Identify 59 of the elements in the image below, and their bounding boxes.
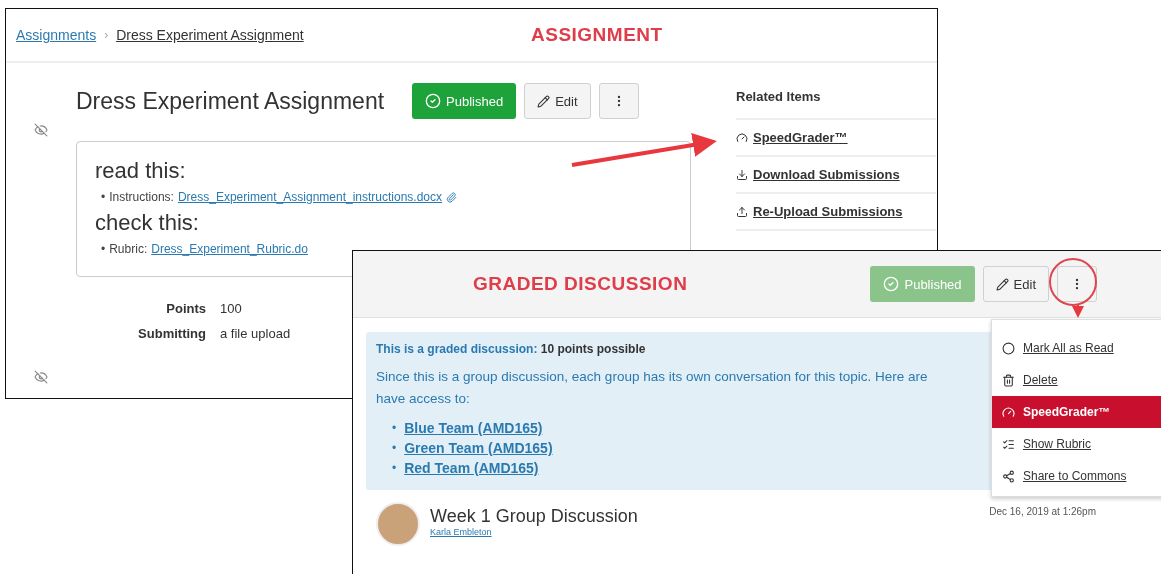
detail-label: Points <box>165 301 206 316</box>
gauge-icon <box>1002 405 1015 419</box>
bullet: • <box>101 190 106 204</box>
intro-text: have access to: <box>376 390 470 408</box>
menu-item[interactable]: Share to Commons <box>992 460 1161 492</box>
bullet: • <box>101 242 106 256</box>
bullet: • <box>392 441 397 455</box>
menu-item[interactable]: Show Rubric <box>992 428 1161 460</box>
menu-item[interactable]: SpeedGrader™ <box>992 396 1161 428</box>
pencil-icon <box>995 277 1009 291</box>
sidebar-link[interactable]: Re-Upload Submissions <box>736 194 936 231</box>
item-label: Rubric: <box>109 242 148 256</box>
topic-title: Week 1 Group Discussion <box>430 505 639 527</box>
file-link[interactable]: Dress_Experiment_Rubric.do <box>151 242 308 256</box>
sidebar-link[interactable]: Download Submissions <box>736 157 936 194</box>
breadcrumb-link[interactable]: Dress Experiment Assignment <box>116 27 304 43</box>
file-link[interactable]: Dress_Experiment_Assignment_instructions.docx <box>177 190 443 204</box>
post-date: Dec 16, 2019 at 1:26pm <box>989 505 1096 517</box>
group-link[interactable]: Green Team (AMD165) <box>404 440 553 456</box>
section-heading: read this: <box>95 158 187 184</box>
detail-value: 100 <box>220 301 243 316</box>
detail-value: a file upload <box>220 326 292 341</box>
annotation-label: GRADED DISCUSSION <box>473 273 688 295</box>
more-button[interactable] <box>1057 266 1097 302</box>
highlight-circle <box>1049 258 1097 306</box>
trash-icon <box>1002 373 1015 387</box>
pencil-icon <box>537 94 551 108</box>
eye-off-icon <box>34 370 48 384</box>
sidebar-link[interactable]: SpeedGrader™ <box>736 120 936 157</box>
breadcrumb-separator: › <box>104 28 109 42</box>
gauge-icon <box>736 131 748 144</box>
group-link[interactable]: Red Team (AMD165) <box>404 460 539 476</box>
item-label: Instructions: <box>109 190 174 204</box>
group-link[interactable]: Blue Team (AMD165) <box>404 420 543 436</box>
circle-icon <box>1002 341 1015 355</box>
edit-button[interactable]: Edit <box>524 83 591 119</box>
section-heading: check this: <box>95 210 200 236</box>
avatar <box>376 502 420 546</box>
check-icon <box>883 276 900 292</box>
breadcrumb-link[interactable]: Assignments <box>16 27 97 43</box>
intro-text: Since this is a group discussion, each group has its own conversation for this topic. Here are <box>376 368 928 386</box>
menu-item[interactable]: Mark All as Read <box>992 332 1161 364</box>
bullet: • <box>392 461 397 475</box>
menu-item[interactable]: Delete <box>992 364 1161 396</box>
eye-off-icon <box>34 123 48 137</box>
share-icon <box>1002 469 1015 483</box>
graded-notice: This is a graded discussion: 10 points possible <box>376 342 646 356</box>
list-icon <box>1002 437 1015 451</box>
sidebar-title: Related Items <box>736 89 936 120</box>
author-link[interactable]: Karla Embleton <box>430 527 980 537</box>
bullet: • <box>392 421 397 435</box>
edit-button[interactable]: Edit <box>982 266 1049 302</box>
check-icon <box>425 93 442 109</box>
annotation-label: ASSIGNMENT <box>531 24 663 46</box>
download-icon <box>736 168 748 181</box>
assignment-title: Dress Experiment Assignment <box>76 87 385 115</box>
detail-label: Submitting <box>137 326 206 341</box>
upload-icon <box>736 205 748 218</box>
annotation-arrow <box>1072 304 1084 318</box>
